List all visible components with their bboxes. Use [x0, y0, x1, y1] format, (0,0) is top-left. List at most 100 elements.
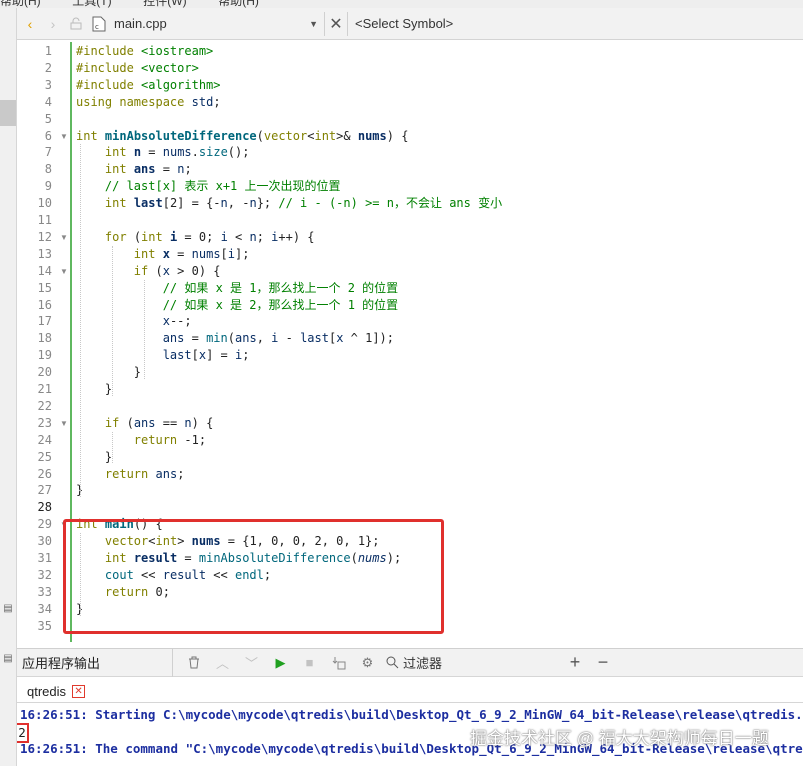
- line-number: 33: [37, 584, 52, 599]
- code-line[interactable]: 25 }: [17, 449, 803, 466]
- code-text: if (ans == n) {: [104, 415, 214, 430]
- code-text: #include <algorithm>: [76, 77, 221, 92]
- code-line[interactable]: 10 int last[2] = {-n, -n}; // i - (-n) >…: [17, 195, 803, 212]
- line-number: 25: [37, 449, 52, 464]
- code-line[interactable]: 6 ▼ int minAbsoluteDifference(vector<int>&…: [17, 128, 803, 145]
- code-line[interactable]: 7 int n = nums.size();: [17, 144, 803, 161]
- line-number: 27: [37, 483, 52, 498]
- menu-item[interactable]: 帮助(H): [218, 0, 259, 8]
- line-number: 11: [37, 213, 52, 227]
- chevron-down-icon[interactable]: ﹀: [239, 653, 264, 673]
- code-text: x--;: [162, 314, 192, 329]
- chevron-right-icon[interactable]: ›: [43, 14, 63, 34]
- line-number: 29: [37, 517, 52, 532]
- code-line[interactable]: 23 ▼ if (ans == n) {: [17, 415, 803, 432]
- code-text: return ans;: [104, 466, 185, 481]
- line-number: 16: [37, 297, 52, 312]
- attach-icon[interactable]: [326, 653, 351, 673]
- code-line[interactable]: 19 last[x] = i;: [17, 347, 803, 364]
- fold-arrow-icon[interactable]: ▼: [60, 415, 68, 432]
- line-number: 22: [37, 398, 52, 413]
- code-text: #include <iostream>: [76, 44, 214, 58]
- code-line[interactable]: 22: [17, 398, 803, 415]
- code-line[interactable]: 11: [17, 212, 803, 229]
- code-line[interactable]: 3 #include <algorithm>: [17, 77, 803, 94]
- code-line[interactable]: 13 int x = nums[i];: [17, 246, 803, 263]
- code-line[interactable]: 15 // 如果 x 是 1，那么找上一个 2 的位置: [17, 280, 803, 297]
- indent-guide: [80, 144, 81, 498]
- line-number: 34: [37, 601, 52, 616]
- menu-item[interactable]: 帮助(H): [0, 0, 41, 8]
- code-line[interactable]: 4 using namespace std;: [17, 94, 803, 111]
- indent-guide: [112, 431, 113, 464]
- indent-guide: [144, 279, 145, 379]
- output-pane-toolbar: 应用程序输出 ︿ ﹀ ▶ ■ ⚙ 过滤器 + −: [17, 648, 803, 677]
- code-line[interactable]: 14 ▼ if (x > 0) {: [17, 263, 803, 280]
- code-line[interactable]: 5: [17, 111, 803, 128]
- menu-item[interactable]: 工具(T): [72, 0, 111, 8]
- tab-qtredis[interactable]: qtredis ✕: [21, 679, 91, 703]
- line-number: 21: [37, 382, 52, 396]
- code-text: // 如果 x 是 1，那么找上一个 2 的位置: [162, 280, 399, 295]
- sidebar-selected-marker: [0, 100, 16, 126]
- editor-toolbar: ‹ › c main.cpp ▼ ✕ <Select Symbol>: [17, 8, 803, 40]
- line-number: 2: [44, 60, 52, 75]
- code-editor[interactable]: 1 #include <iostream> 2 #include <vector> 3 #…: [17, 41, 803, 647]
- chevron-up-icon[interactable]: ︿: [210, 653, 235, 673]
- code-line[interactable]: 20 }: [17, 364, 803, 381]
- close-icon[interactable]: ✕: [72, 684, 86, 698]
- chevron-left-icon[interactable]: ‹: [20, 14, 40, 34]
- code-line[interactable]: 26 return ans;: [17, 466, 803, 483]
- code-line[interactable]: 17 x--;: [17, 313, 803, 330]
- code-text: ans = min(ans, i - last[x ^ 1]);: [162, 331, 395, 346]
- line-number: 24: [37, 432, 52, 447]
- line-number: 30: [37, 534, 52, 549]
- code-line[interactable]: 28: [17, 499, 803, 516]
- code-line[interactable]: 24 return -1;: [17, 432, 803, 449]
- stop-icon[interactable]: ■: [297, 653, 322, 673]
- code-line[interactable]: 9 // last[x] 表示 x+1 上一次出现的位置: [17, 178, 803, 195]
- code-line[interactable]: 27}: [17, 482, 803, 499]
- line-number: 12: [37, 229, 52, 244]
- fold-arrow-icon[interactable]: ▼: [60, 128, 68, 145]
- line-number: 6: [44, 128, 52, 143]
- plus-icon[interactable]: +: [561, 652, 589, 673]
- close-document-button[interactable]: ✕: [324, 11, 348, 36]
- tab-label: qtredis: [27, 683, 67, 699]
- code-line[interactable]: 2 #include <vector>: [17, 60, 803, 77]
- fold-arrow-icon[interactable]: ▼: [60, 263, 68, 280]
- file-name: main.cpp: [114, 16, 167, 31]
- minus-icon[interactable]: −: [589, 652, 617, 673]
- cpp-file-icon: c: [92, 16, 106, 31]
- code-text: }: [76, 449, 113, 464]
- line-number: 18: [37, 331, 52, 346]
- run-icon[interactable]: ▶: [268, 653, 293, 673]
- code-text: int n = nums.size();: [104, 145, 250, 160]
- panel-icon[interactable]: ▤: [2, 653, 14, 665]
- code-line[interactable]: 21 }: [17, 381, 803, 398]
- code-text: // 如果 x 是 2，那么找上一个 1 的位置: [162, 297, 399, 312]
- gear-icon[interactable]: ⚙: [355, 653, 380, 673]
- line-number: 14: [37, 263, 52, 278]
- highlight-box: [63, 519, 444, 634]
- fold-arrow-icon[interactable]: ▼: [60, 229, 68, 246]
- lock-icon[interactable]: [66, 14, 86, 34]
- code-line[interactable]: 18 ans = min(ans, i - last[x ^ 1]);: [17, 330, 803, 347]
- line-number: 15: [37, 280, 52, 295]
- line-number: 32: [37, 567, 52, 582]
- code-line[interactable]: 12 ▼ for (int i = 0; i < n; i++) {: [17, 229, 803, 246]
- panel-icon[interactable]: ▤: [2, 603, 14, 615]
- output-pane-title: 应用程序输出: [22, 656, 101, 671]
- filter-input[interactable]: 过滤器: [386, 653, 561, 672]
- menu-item[interactable]: 控件(W): [143, 0, 186, 8]
- line-number: 17: [37, 314, 52, 329]
- code-line[interactable]: 8 int ans = n;: [17, 161, 803, 178]
- trash-icon[interactable]: [181, 653, 206, 673]
- symbol-selector[interactable]: <Select Symbol>: [355, 16, 453, 31]
- file-selector[interactable]: c main.cpp ▼: [92, 12, 324, 36]
- line-number: 31: [37, 551, 52, 565]
- code-line[interactable]: 16 // 如果 x 是 2，那么找上一个 1 的位置: [17, 297, 803, 314]
- code-line[interactable]: 1 #include <iostream>: [17, 43, 803, 60]
- indent-guide: [112, 245, 113, 396]
- filter-placeholder: 过滤器: [403, 656, 443, 671]
